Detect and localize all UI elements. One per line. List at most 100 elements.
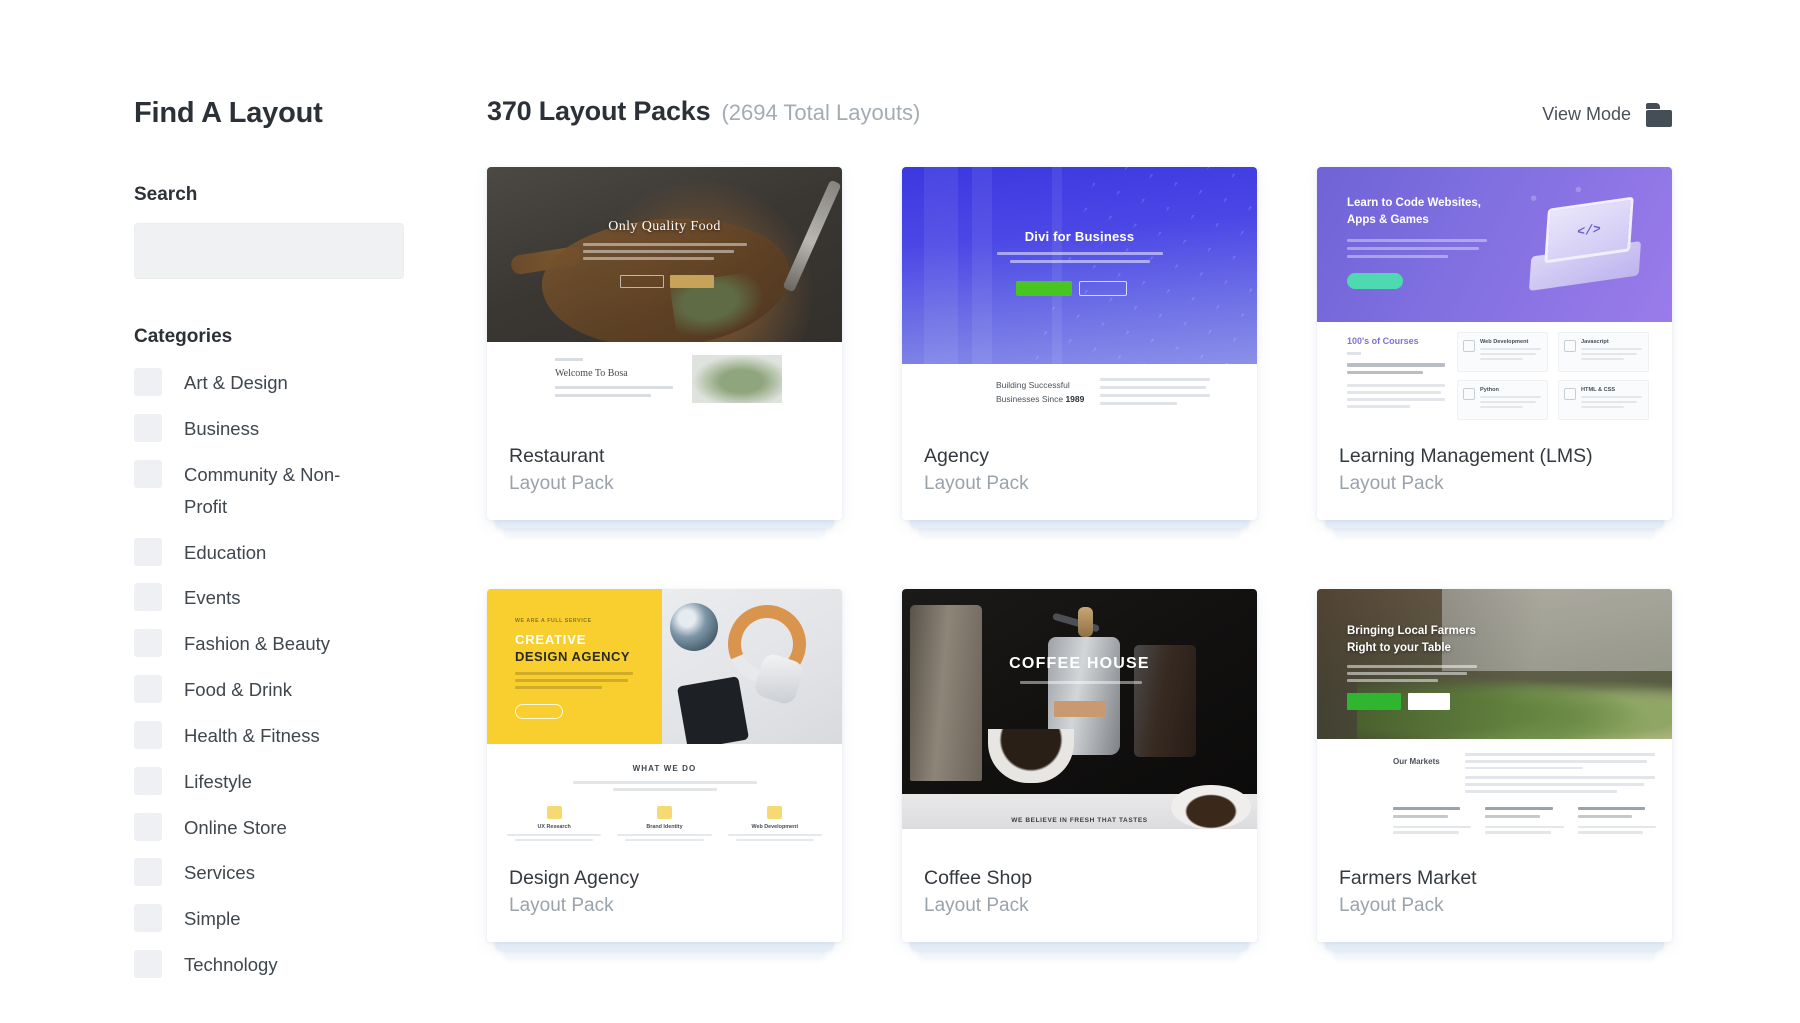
market-item xyxy=(1485,806,1564,837)
course-title: HTML & CSS xyxy=(1581,387,1616,393)
card-subtitle: Layout Pack xyxy=(509,895,614,917)
category-item-business[interactable]: Business xyxy=(134,413,424,445)
layout-pack-card-farmers-market[interactable]: Bringing Local Farmers Right to your Tab… xyxy=(1317,588,1672,958)
thumb-section-line1: Building Successful xyxy=(996,380,1070,390)
course-title: Javascript xyxy=(1581,339,1609,345)
card-thumbnail: COFFEE HOUSE WE BELIEVE IN FRESH THAT TA… xyxy=(902,588,1257,849)
card-title: Farmers Market xyxy=(1339,866,1477,889)
checkbox-icon[interactable] xyxy=(134,414,162,443)
checkbox-icon[interactable] xyxy=(134,675,162,704)
checkbox-icon[interactable] xyxy=(134,460,162,489)
category-label: Food & Drink xyxy=(184,679,292,701)
category-label: Simple xyxy=(184,908,241,930)
category-label: Technology xyxy=(184,953,278,975)
checkbox-icon[interactable] xyxy=(134,904,162,933)
course-card: Web Development xyxy=(1457,332,1548,372)
results-header: 370 Layout Packs (2694 Total Layouts) Vi… xyxy=(487,96,1672,142)
thumb-hero-title: Divi for Business xyxy=(1024,229,1135,244)
category-label: Community & Non-Profit xyxy=(184,464,341,517)
service-item: UX Research xyxy=(503,805,605,844)
category-item-online-store[interactable]: Online Store xyxy=(134,812,424,844)
category-item-events[interactable]: Events xyxy=(134,582,424,614)
thumb-tagline: WE BELIEVE IN FRESH THAT TASTES xyxy=(1011,816,1148,824)
folder-icon[interactable] xyxy=(1646,102,1672,127)
course-title: Web Development xyxy=(1480,339,1529,345)
layout-pack-card-lms[interactable]: Learn to Code Websites, Apps & Games </> xyxy=(1317,167,1672,536)
packs-count: 370 Layout Packs xyxy=(487,96,711,126)
layout-pack-grid: Only Quality Food Welcome To Bosa Restau… xyxy=(487,167,1672,958)
card-subtitle: Layout Pack xyxy=(1339,473,1444,495)
thumb-section-title: WHAT WE DO xyxy=(632,763,697,773)
thumb-cta-button xyxy=(1054,700,1106,717)
card-subtitle: Layout Pack xyxy=(924,473,1029,495)
card-thumbnail: Divi for Business Building Successful Bu… xyxy=(902,167,1257,427)
market-item xyxy=(1393,806,1472,837)
thumb-section-title: 100's of Courses xyxy=(1347,336,1419,346)
category-item-art-design[interactable]: Art & Design xyxy=(134,367,424,399)
category-label: Online Store xyxy=(184,816,287,838)
checkbox-icon[interactable] xyxy=(134,812,162,841)
category-label: Education xyxy=(184,541,267,563)
course-card: HTML & CSS xyxy=(1558,380,1649,420)
category-label: Events xyxy=(184,587,241,609)
category-item-services[interactable]: Services xyxy=(134,857,424,889)
view-mode-label: View Mode xyxy=(1542,104,1631,124)
categories-list: Art & Design Business Community & Non-Pr… xyxy=(134,367,424,980)
checkbox-icon[interactable] xyxy=(134,858,162,887)
category-item-fashion-beauty[interactable]: Fashion & Beauty xyxy=(134,628,424,660)
layout-pack-card-agency[interactable]: Divi for Business Building Successful Bu… xyxy=(902,167,1257,536)
card-thumbnail: Learn to Code Websites, Apps & Games </> xyxy=(1317,167,1672,427)
category-item-lifestyle[interactable]: Lifestyle xyxy=(134,766,424,798)
checkbox-icon[interactable] xyxy=(134,766,162,795)
checkbox-icon[interactable] xyxy=(134,629,162,658)
laptop-illustration: </> xyxy=(1528,196,1646,292)
layout-pack-card-design-agency[interactable]: WE ARE A FULL SERVICE CREATIVE DESIGN AG… xyxy=(487,588,842,958)
layout-pack-card-coffee-shop[interactable]: COFFEE HOUSE WE BELIEVE IN FRESH THAT TA… xyxy=(902,588,1257,958)
checkbox-icon[interactable] xyxy=(134,949,162,978)
category-item-food-drink[interactable]: Food & Drink xyxy=(134,674,424,706)
service-item: Brand Identity xyxy=(613,805,715,844)
card-title: Restaurant xyxy=(509,445,605,467)
thumb-hero-line1: Bringing Local Farmers xyxy=(1347,624,1477,637)
view-mode-toggle[interactable]: View Mode xyxy=(1542,102,1672,127)
card-thumbnail: Only Quality Food Welcome To Bosa xyxy=(487,167,842,427)
card-title: Agency xyxy=(924,445,990,467)
thumb-section-year: 1989 xyxy=(1065,394,1085,405)
categories-label: Categories xyxy=(134,325,233,347)
category-item-health-fitness[interactable]: Health & Fitness xyxy=(134,720,424,752)
category-label: Art & Design xyxy=(184,372,288,394)
category-label: Lifestyle xyxy=(184,770,252,792)
thumb-hero-line2: Apps & Games xyxy=(1347,213,1429,226)
category-item-simple[interactable]: Simple xyxy=(134,903,424,935)
service-title: UX Research xyxy=(537,823,571,830)
thumb-hero-line2: DESIGN AGENCY xyxy=(515,648,631,664)
category-item-community-non-profit[interactable]: Community & Non-Profit xyxy=(134,459,424,523)
category-label: Services xyxy=(184,862,255,884)
card-thumbnail: WE ARE A FULL SERVICE CREATIVE DESIGN AG… xyxy=(487,588,842,849)
card-title: Design Agency xyxy=(509,866,640,889)
card-subtitle: Layout Pack xyxy=(509,473,614,495)
thumb-eyebrow: WE ARE A FULL SERVICE xyxy=(515,617,592,624)
search-input[interactable] xyxy=(134,222,404,279)
card-thumbnail: Bringing Local Farmers Right to your Tab… xyxy=(1317,588,1672,849)
layout-pack-card-restaurant[interactable]: Only Quality Food Welcome To Bosa Restau… xyxy=(487,167,842,536)
thumb-hero-title: COFFEE HOUSE xyxy=(1009,654,1150,672)
sidebar: Find A Layout Search Categories Art & De… xyxy=(134,96,424,995)
thumb-cta-pill xyxy=(1347,273,1403,289)
search-label: Search xyxy=(134,183,198,205)
checkbox-icon[interactable] xyxy=(134,368,162,397)
thumb-hero-line1: CREATIVE xyxy=(515,631,587,647)
checkbox-icon[interactable] xyxy=(134,537,162,566)
layout-browser-page: Find A Layout Search Categories Art & De… xyxy=(0,0,1800,1023)
category-item-education[interactable]: Education xyxy=(134,537,424,569)
page-title: Find A Layout xyxy=(134,97,323,129)
thumb-section-line2: Businesses Since xyxy=(996,394,1066,405)
checkbox-icon[interactable] xyxy=(134,720,162,749)
course-card: Javascript xyxy=(1558,332,1649,372)
category-item-technology[interactable]: Technology xyxy=(134,949,424,981)
checkbox-icon[interactable] xyxy=(134,583,162,612)
category-label: Health & Fitness xyxy=(184,724,320,746)
total-layouts-count: (2694 Total Layouts) xyxy=(721,100,921,125)
course-title: Python xyxy=(1480,387,1499,393)
service-item: Web Development xyxy=(724,805,826,844)
